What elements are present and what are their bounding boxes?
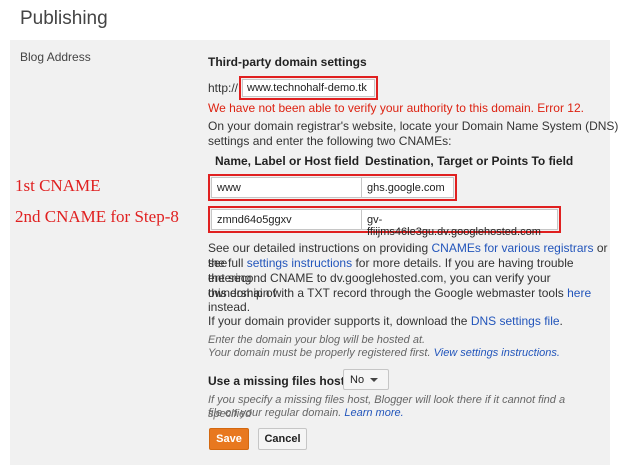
help-line-6: If your domain provider supports it, dow… (208, 314, 608, 329)
webmaster-here-link[interactable]: here (567, 286, 591, 300)
learn-more-link[interactable]: Learn more. (344, 407, 403, 419)
http-prefix: http:// (208, 81, 239, 95)
missing-host-desc-2: file on your regular domain. Learn more. (208, 406, 608, 420)
help-text: the full (208, 256, 244, 270)
error-message: We have not been able to verify your aut… (208, 101, 584, 115)
cancel-button[interactable]: Cancel (258, 428, 307, 450)
page-title: Publishing (20, 8, 108, 29)
col-header-name: Name, Label or Host field (215, 154, 360, 168)
hosted-note-1: Enter the domain your blog will be hoste… (208, 334, 426, 346)
help-text: this domain with a TXT record through th… (208, 286, 564, 300)
cnames-registrars-link[interactable]: CNAMEs for various registrars (431, 241, 593, 255)
select-value: No (350, 374, 365, 386)
help-line-4: this domain with a TXT record through th… (208, 286, 608, 301)
cname-2-name-input[interactable]: zmnd64o5ggxv (211, 209, 361, 230)
blog-address-label: Blog Address (20, 50, 91, 64)
dns-settings-file-link[interactable]: DNS settings file (471, 314, 560, 328)
cname-1-name-input[interactable]: www (211, 177, 361, 198)
help-line-5: instead. (208, 300, 251, 314)
section-title: Third-party domain settings (208, 55, 367, 69)
settings-instructions-link[interactable]: settings instructions (247, 256, 352, 270)
save-button[interactable]: Save (209, 428, 249, 450)
cname-2-destination-input[interactable]: gv-ffiijms46le3gu.dv.googlehosted.com (361, 209, 558, 238)
dns-instructions-line2: settings and enter the following two CNA… (208, 134, 452, 148)
domain-input[interactable]: www.technohalf-demo.tk (242, 79, 375, 97)
missing-host-text: file on your regular domain. (208, 407, 342, 419)
col-header-destination: Destination, Target or Points To field (365, 154, 574, 168)
hosted-note-2: Your domain must be properly registered … (208, 346, 608, 360)
missing-files-host-label: Use a missing files host? (208, 374, 353, 388)
cname-2-annotation: 2nd CNAME for Step-8 (15, 207, 179, 226)
view-settings-instructions-link[interactable]: View settings instructions. (434, 347, 560, 359)
help-text: See our detailed instructions on providi… (208, 241, 429, 255)
missing-files-host-select[interactable]: No (343, 369, 389, 390)
hosted-text: Your domain must be properly registered … (208, 347, 431, 359)
help-text: If your domain provider supports it, dow… (208, 314, 468, 328)
dns-instructions-line1: On your domain registrar's website, loca… (208, 119, 619, 133)
help-text: . (559, 314, 563, 328)
chevron-down-icon (370, 378, 379, 383)
cname-1-annotation: 1st CNAME (15, 176, 101, 195)
cname-1-destination-input[interactable]: ghs.google.com (361, 177, 454, 198)
